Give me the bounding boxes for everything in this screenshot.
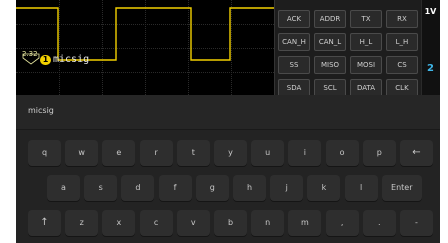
shift-key[interactable]: ↑ xyxy=(28,210,61,236)
channel2-label[interactable]: 2 xyxy=(422,63,439,74)
key-x[interactable]: x xyxy=(102,210,136,236)
key-t[interactable]: t xyxy=(176,140,210,166)
keyboard-input-bar[interactable]: micsig xyxy=(16,95,440,130)
keyboard-input-text: micsig xyxy=(28,106,54,115)
key-h[interactable]: h xyxy=(233,175,266,201)
key-v[interactable]: v xyxy=(176,210,210,236)
waveform-display[interactable]: 2.32 1 micsig xyxy=(16,0,274,95)
protocol-button-l-h[interactable]: L_H xyxy=(386,33,418,51)
protocol-button-miso[interactable]: MISO xyxy=(314,56,346,74)
protocol-button-tx[interactable]: TX xyxy=(350,10,382,28)
protocol-button-addr[interactable]: ADDR xyxy=(314,10,346,28)
key-o[interactable]: o xyxy=(325,140,359,166)
enter-key[interactable]: Enter xyxy=(381,175,422,201)
protocol-button-h-l[interactable]: H_L xyxy=(350,33,382,51)
key-z[interactable]: z xyxy=(65,210,99,236)
key-n[interactable]: n xyxy=(251,210,285,236)
protocol-button-rx[interactable]: RX xyxy=(386,10,418,28)
key-j[interactable]: j xyxy=(270,175,304,201)
channel1-label: micsig xyxy=(53,54,90,65)
volt-scale-label[interactable]: 1V xyxy=(422,7,439,16)
key-u[interactable]: u xyxy=(251,140,285,166)
oscilloscope-screen: 2.32 1 micsig ACK ADDR TX RX CAN_H CAN_L H_L L_… xyxy=(16,0,440,243)
key-q[interactable]: q xyxy=(28,140,61,166)
key-s[interactable]: s xyxy=(84,175,118,201)
dash-key[interactable]: - xyxy=(400,210,433,236)
key-y[interactable]: y xyxy=(214,140,247,166)
channel1-waveform-trace xyxy=(16,7,274,61)
comma-key[interactable]: , xyxy=(325,210,359,236)
onscreen-keyboard: micsig q w e r t y u i o p ← a s d f g h j k l Enter ↑ z x c v b n m… xyxy=(16,95,440,243)
key-r[interactable]: r xyxy=(139,140,173,166)
key-a[interactable]: a xyxy=(47,175,80,201)
protocol-label-panel: ACK ADDR TX RX CAN_H CAN_L H_L L_H SS MISO MOSI CS S… xyxy=(274,0,422,97)
period-key[interactable]: . xyxy=(362,210,396,236)
key-e[interactable]: e xyxy=(102,140,136,166)
backspace-key[interactable]: ← xyxy=(400,140,433,166)
key-f[interactable]: f xyxy=(158,175,192,201)
key-p[interactable]: p xyxy=(362,140,396,166)
channel1-badge[interactable]: 1 xyxy=(40,55,51,65)
key-m[interactable]: m xyxy=(288,210,322,236)
key-d[interactable]: d xyxy=(121,175,155,201)
key-b[interactable]: b xyxy=(214,210,247,236)
key-c[interactable]: c xyxy=(139,210,173,236)
key-l[interactable]: l xyxy=(344,175,378,201)
key-w[interactable]: w xyxy=(65,140,99,166)
key-g[interactable]: g xyxy=(195,175,229,201)
marker-value: 2.32 xyxy=(22,50,38,58)
key-k[interactable]: k xyxy=(307,175,341,201)
protocol-button-can-l[interactable]: CAN_L xyxy=(314,33,346,51)
protocol-button-ss[interactable]: SS xyxy=(278,56,310,74)
key-i[interactable]: i xyxy=(288,140,322,166)
protocol-button-ack[interactable]: ACK xyxy=(278,10,310,28)
protocol-button-mosi[interactable]: MOSI xyxy=(350,56,382,74)
protocol-button-cs[interactable]: CS xyxy=(386,56,418,74)
protocol-button-can-h[interactable]: CAN_H xyxy=(278,33,310,51)
